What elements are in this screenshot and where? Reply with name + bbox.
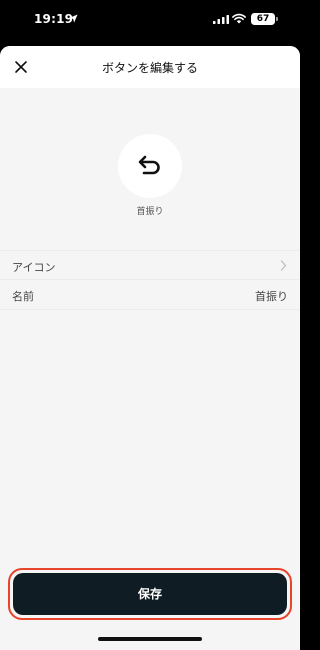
wifi-icon	[232, 13, 246, 24]
battery-indicator: 67	[251, 13, 278, 25]
icon-caption: 首振り	[136, 207, 164, 217]
chevron-right-icon	[280, 260, 287, 271]
status-time: 19:19	[34, 12, 74, 26]
name-setting-label: 名前	[12, 290, 34, 303]
name-setting-row[interactable]: 名前 首振り	[0, 280, 300, 310]
page-title: ボタンを編集する	[101, 61, 198, 75]
icon-setting-row[interactable]: アイコン	[0, 250, 300, 280]
return-arrow-icon	[138, 155, 160, 175]
sheet-header: ボタンを編集する	[0, 46, 300, 88]
save-button[interactable]: 保存	[13, 573, 287, 615]
home-indicator	[98, 637, 202, 641]
location-arrow-icon	[69, 14, 78, 23]
button-icon-preview[interactable]	[118, 134, 182, 198]
cellular-signal-icon	[213, 15, 229, 24]
edit-button-sheet: ボタンを編集する 首振り アイコン 名前 首振り 保存	[0, 46, 300, 650]
name-setting-value: 首振り	[255, 290, 288, 303]
status-bar: 19:19 67	[0, 0, 300, 40]
icon-setting-label: アイコン	[12, 261, 56, 274]
